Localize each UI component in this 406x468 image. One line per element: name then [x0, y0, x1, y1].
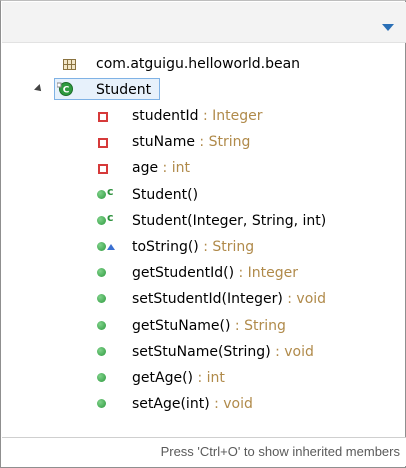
method-row[interactable]: getStudentId() : Integer: [1, 260, 406, 286]
member-name: toString(): [132, 239, 199, 255]
member-label: stuName : String: [132, 129, 250, 155]
member-label: studentId : Integer: [132, 103, 263, 129]
member-type: : Integer: [198, 108, 263, 124]
constructor-row[interactable]: c Student(Integer, String, int): [1, 208, 406, 234]
private-field-icon: [98, 138, 108, 149]
member-type: : void: [209, 396, 253, 413]
method-row[interactable]: setStuName(String) : void: [1, 339, 406, 365]
member-name: Student(): [132, 186, 199, 203]
package-row[interactable]: com.atguigu.helloworld.bean: [1, 51, 406, 77]
member-label: getStudentId() : Integer: [132, 260, 298, 286]
member-name: setStuName(String): [132, 343, 271, 360]
member-name: stuName: [132, 134, 195, 151]
public-constructor-icon: [97, 215, 106, 225]
class-name: Student: [96, 82, 152, 98]
constructor-marker-icon: c: [107, 184, 114, 198]
view-menu-arrow-icon[interactable]: [382, 24, 394, 31]
member-type: : Integer: [234, 265, 299, 282]
member-name: getStuName(): [132, 317, 231, 334]
filter-bar: [2, 2, 406, 43]
member-label: Student(Integer, String, int): [132, 208, 326, 234]
public-method-icon: [97, 399, 106, 409]
member-type: : String: [230, 317, 286, 334]
package-name: com.atguigu.helloworld.bean: [96, 56, 301, 72]
member-name: getAge(): [132, 370, 193, 386]
member-type: : String: [198, 239, 255, 255]
member-label: age : int: [132, 155, 190, 181]
package-icon: [63, 59, 76, 70]
expand-arrow-icon[interactable]: [34, 84, 44, 94]
method-row[interactable]: toString() : String: [1, 234, 406, 260]
member-label: setAge(int) : void: [132, 391, 253, 417]
field-row[interactable]: age : int: [1, 155, 406, 181]
member-type: : void: [282, 291, 327, 308]
public-method-icon: [97, 320, 106, 330]
private-field-icon: [98, 164, 108, 175]
member-type: : String: [194, 134, 251, 151]
method-row[interactable]: setStudentId(Integer) : void: [1, 286, 406, 312]
constructor-row[interactable]: c Student(): [1, 182, 406, 208]
member-type: : int: [158, 160, 190, 177]
constructor-marker-icon: c: [107, 210, 114, 224]
override-method-icon: [97, 242, 106, 251]
member-type: : int: [193, 370, 225, 386]
member-label: toString() : String: [132, 234, 254, 260]
public-constructor-icon: [97, 189, 106, 199]
field-row[interactable]: stuName : String: [1, 129, 406, 155]
field-row[interactable]: studentId : Integer: [1, 103, 406, 129]
member-name: setStudentId(Integer): [132, 291, 283, 308]
private-field-icon: [98, 112, 108, 122]
public-method-icon: [97, 268, 106, 278]
member-label: Student(): [132, 182, 198, 208]
public-method-icon: [97, 346, 106, 356]
class-row[interactable]: C Student: [1, 77, 406, 103]
status-bar: Press 'Ctrl+O' to show inherited members: [2, 437, 406, 466]
member-name: studentId: [132, 108, 199, 124]
member-label: getStuName() : String: [132, 313, 286, 339]
member-name: Student(Integer, String, int): [132, 212, 327, 229]
member-type: : void: [270, 343, 314, 360]
method-row[interactable]: getStuName() : String: [1, 313, 406, 339]
class-icon: C: [57, 82, 73, 96]
member-label: setStuName(String) : void: [132, 339, 314, 365]
member-label: getAge() : int: [132, 365, 225, 391]
inherited-members-hint: Press 'Ctrl+O' to show inherited members: [160, 444, 400, 459]
method-row[interactable]: setAge(int) : void: [1, 391, 406, 417]
public-method-icon: [97, 373, 106, 382]
method-row[interactable]: getAge() : int: [1, 365, 406, 391]
quick-outline-popup: com.atguigu.helloworld.bean C Student st…: [0, 0, 406, 468]
member-label: setStudentId(Integer) : void: [132, 286, 326, 312]
member-name: age: [132, 160, 159, 177]
svg-text:C: C: [63, 86, 70, 96]
public-method-icon: [97, 294, 106, 304]
member-name: getStudentId(): [132, 265, 235, 282]
member-name: setAge(int): [132, 396, 210, 413]
override-marker-icon: [107, 244, 115, 250]
